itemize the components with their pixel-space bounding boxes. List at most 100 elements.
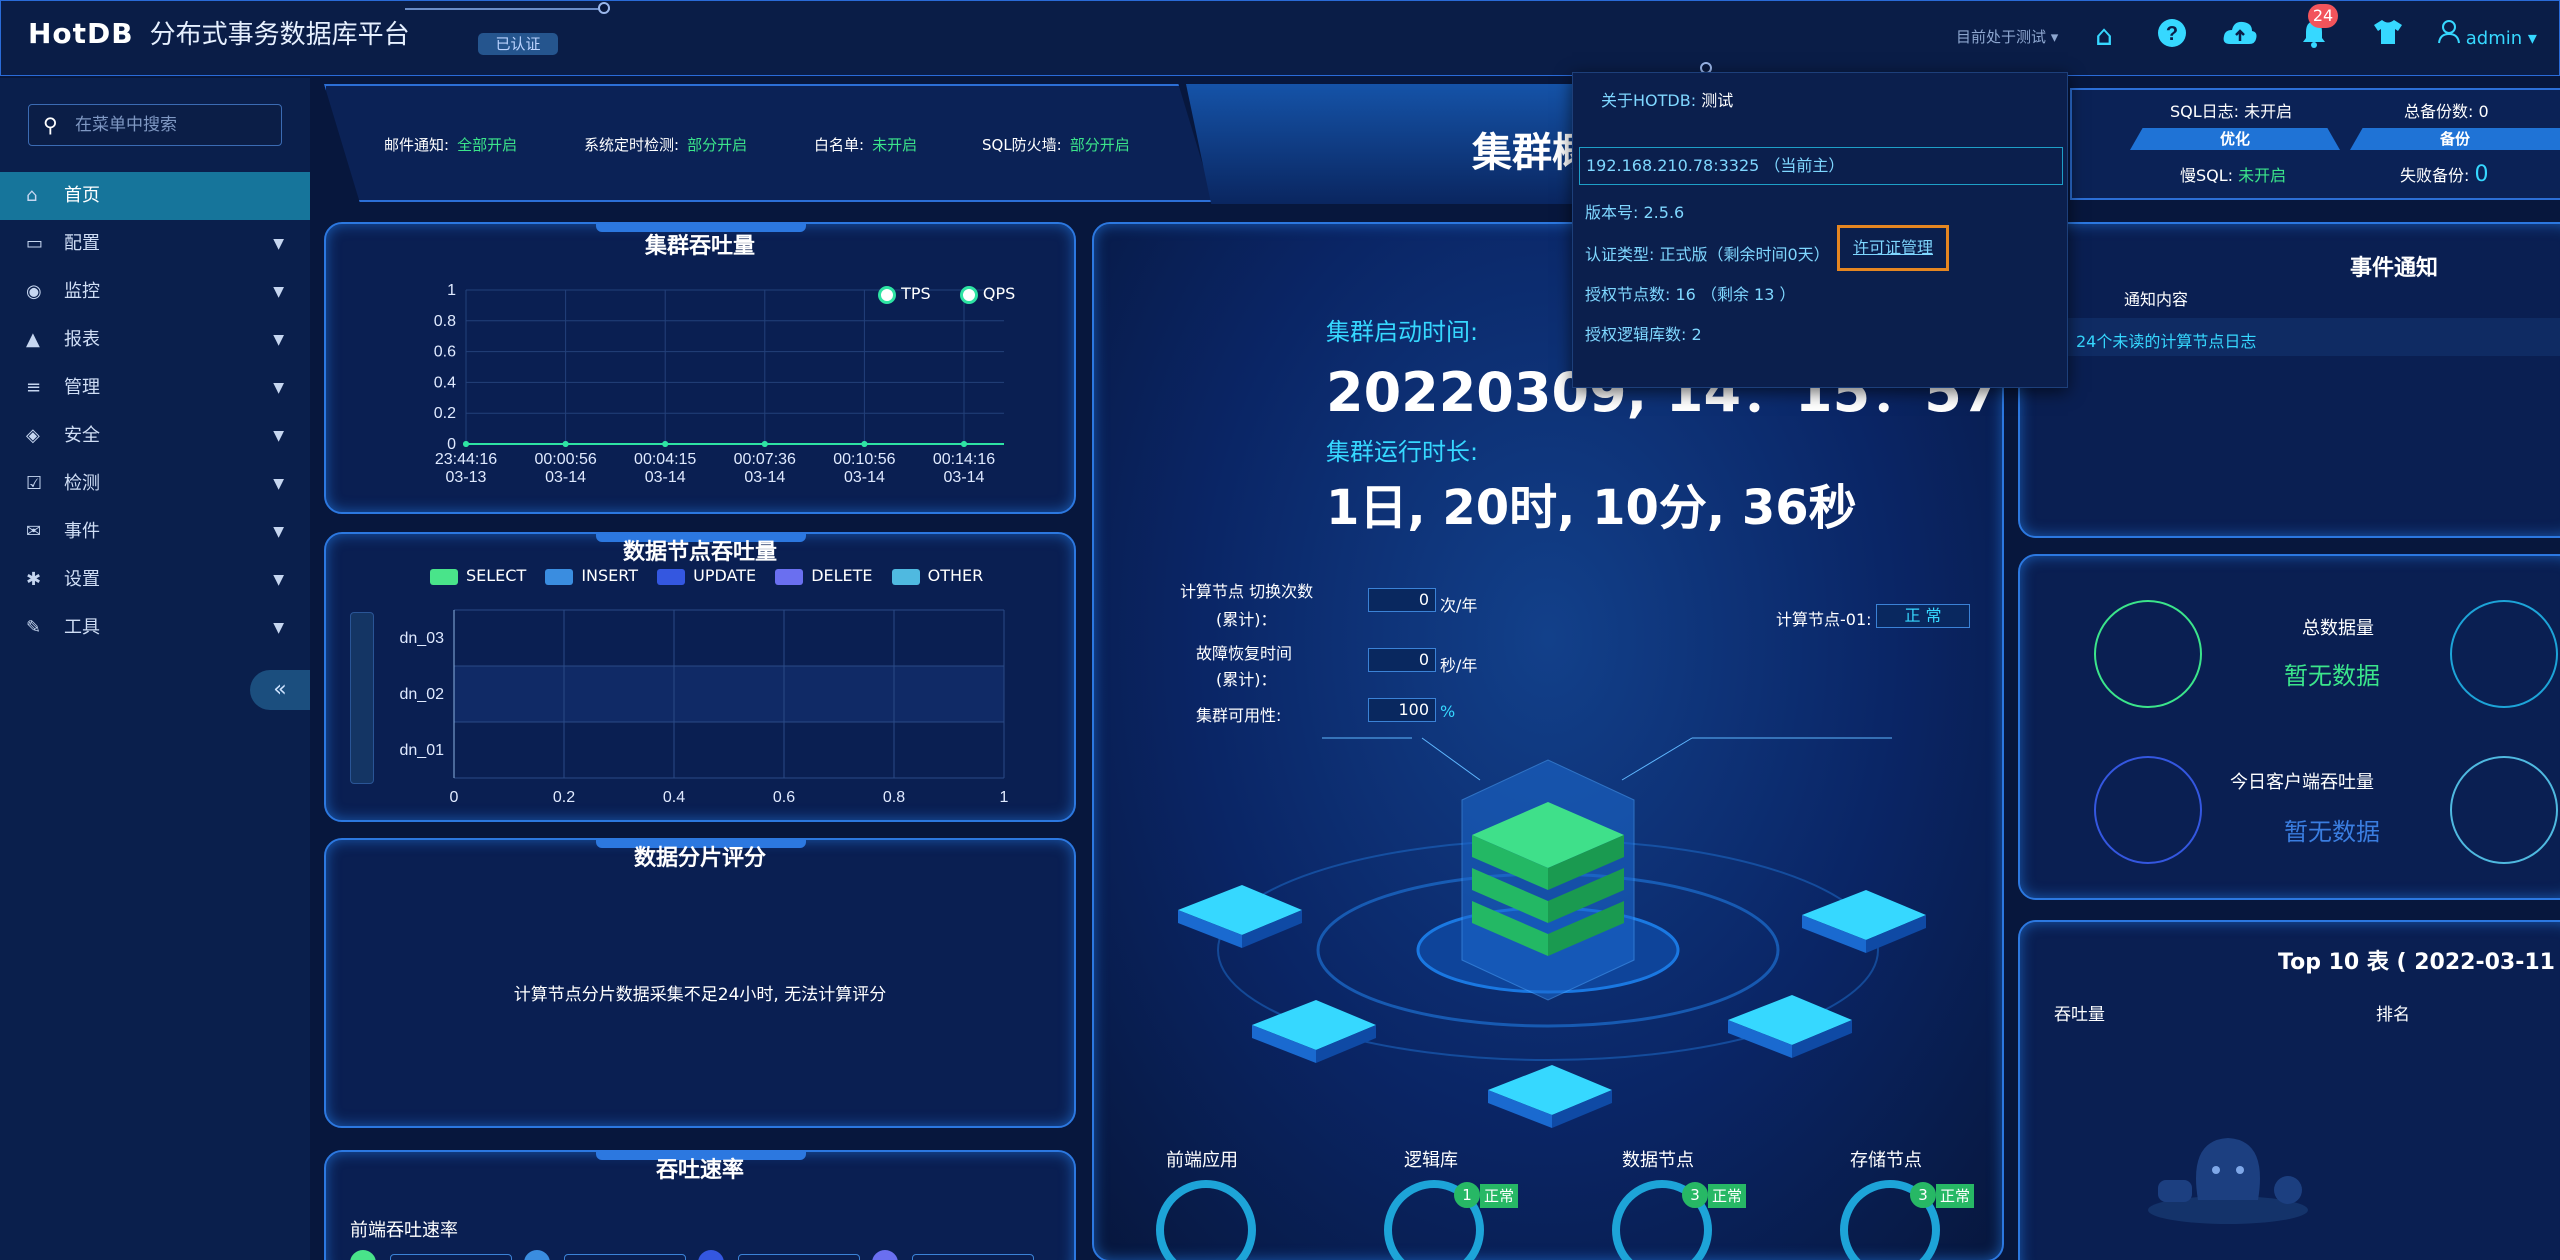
user-menu[interactable]: admin ▾ xyxy=(2438,20,2537,49)
total-data-value: 暂无数据 xyxy=(2284,662,2380,690)
sidebar-item-security[interactable]: ◈ 安全 ▼ xyxy=(0,412,310,460)
x-tick-label: 03-14 xyxy=(944,469,985,486)
tshirt-icon[interactable] xyxy=(2370,18,2406,54)
total-data-ring xyxy=(2094,600,2202,708)
switch-value: 0 xyxy=(1368,588,1436,612)
sidebar-item-report[interactable]: ▲ 报表 ▼ xyxy=(0,316,310,364)
backup-total-value: 0 xyxy=(2478,102,2489,121)
rate-subtitle: 前端吞吐速率 xyxy=(350,1220,458,1241)
caret-down-icon: ▼ xyxy=(273,332,284,348)
node-data-label: 数据节点 xyxy=(1622,1150,1694,1171)
screen-cube-icon xyxy=(1802,890,1926,953)
sidebar-item-label: 管理 xyxy=(64,377,100,398)
app-logo[interactable]: HotDB 分布式事务数据库平台 xyxy=(28,14,410,51)
menu-search-input[interactable]: ⚲ 在菜单中搜索 xyxy=(28,104,282,146)
legend-qps[interactable]: QPS xyxy=(959,284,1015,304)
sidebar-item-config[interactable]: ▭ 配置 ▼ xyxy=(0,220,310,268)
node-storage-label: 存储节点 xyxy=(1850,1150,1922,1171)
setting-timed-check[interactable]: 系统定时检测: 部分开启 xyxy=(584,134,747,155)
sidebar-item-monitor[interactable]: ◉ 监控 ▼ xyxy=(0,268,310,316)
data-point xyxy=(662,441,669,447)
recovery-sub: (累计)： xyxy=(1216,670,1277,689)
caret-down-icon: ▼ xyxy=(273,524,284,540)
legend-label: TPS xyxy=(901,284,931,303)
x-tick-label: 0.8 xyxy=(883,789,905,806)
x-tick-label: 03-14 xyxy=(844,469,885,486)
status-dot xyxy=(598,2,610,14)
optimize-header: 优化 xyxy=(2130,128,2340,150)
mail-icon: ✉ xyxy=(26,521,42,542)
start-time-label: 集群启动时间: xyxy=(1326,318,1479,346)
x-tick-label: 00:14:16 xyxy=(933,451,995,468)
caret-down-icon: ▼ xyxy=(273,428,284,444)
sidebar-item-events[interactable]: ✉ 事件 ▼ xyxy=(0,508,310,556)
uptime-value: 1日, 20时, 10分, 36秒 xyxy=(1326,480,1857,536)
x-tick-label: 0.6 xyxy=(773,789,795,806)
setting-sql-firewall[interactable]: SQL防火墙: 部分开启 xyxy=(982,134,1130,155)
about-line: 关于HOTDB: 测试 xyxy=(1601,87,1733,111)
sidebar-item-label: 配置 xyxy=(64,233,100,254)
chart-icon: ▲ xyxy=(26,329,40,350)
rate-box xyxy=(564,1254,686,1260)
setting-mail[interactable]: 邮件通知: 全部开启 xyxy=(384,134,517,155)
gear-icon: ✱ xyxy=(26,569,42,590)
version-line: 版本号: 2.5.6 xyxy=(1585,199,1684,223)
node-logic-status: 正常 xyxy=(1480,1184,1519,1208)
setting-label: 系统定时检测: xyxy=(584,136,680,154)
rate-box xyxy=(738,1254,860,1260)
sidebar-item-settings[interactable]: ✱ 设置 ▼ xyxy=(0,556,310,604)
x-tick-label: 00:07:36 xyxy=(734,451,796,468)
setting-whitelist[interactable]: 白名单: 未开启 xyxy=(814,134,917,155)
x-tick-label: 00:00:56 xyxy=(534,451,596,468)
cert-line: 认证类型: 正式版（剩余时间0天） xyxy=(1585,241,1830,265)
caret-down-icon: ▼ xyxy=(273,620,284,636)
database-icon: ≡ xyxy=(26,377,42,398)
recovery-value: 0 xyxy=(1368,648,1436,672)
libs-label: 授权逻辑库数: xyxy=(1585,325,1687,344)
y-tick-label: 0.8 xyxy=(434,313,456,330)
home-icon[interactable]: ⌂ xyxy=(2086,18,2122,54)
version-value: 2.5.6 xyxy=(1643,203,1685,222)
backup-failed-value: 0 xyxy=(2474,162,2489,187)
about-popup: 关于HOTDB: 测试 192.168.210.78:3325 （当前主） 版本… xyxy=(1572,72,2068,388)
setting-label: 邮件通知: xyxy=(384,136,450,154)
backup-failed: 失败备份: 0 xyxy=(2400,162,2489,187)
events-column: 通知内容 xyxy=(2124,290,2189,309)
data-point xyxy=(761,441,768,447)
cert-label: 认证类型: xyxy=(1585,245,1655,264)
sidebar-item-label: 首页 xyxy=(64,185,100,206)
y-tick-label: 0.2 xyxy=(434,405,456,422)
setting-value: 未开启 xyxy=(872,136,918,154)
setting-label: SQL防火墙: xyxy=(982,136,1062,154)
shield-icon: ◈ xyxy=(26,425,40,446)
sidebar-item-tools[interactable]: ✎ 工具 ▼ xyxy=(0,604,310,652)
sidebar-item-home[interactable]: ⌂ 首页 xyxy=(0,172,310,220)
legend-tps[interactable]: TPS xyxy=(878,284,931,304)
wrench-icon: ✎ xyxy=(26,617,42,638)
sidebar-item-check[interactable]: ☑ 检测 ▼ xyxy=(0,460,310,508)
x-tick-label: 0.2 xyxy=(553,789,575,806)
sidebar-item-manage[interactable]: ≡ 管理 ▼ xyxy=(0,364,310,412)
node-storage-count: 3 xyxy=(1910,1182,1936,1208)
host-row[interactable]: 192.168.210.78:3325 （当前主） xyxy=(1579,147,2063,185)
events-item[interactable]: 24个未读的计算节点日志 xyxy=(2076,328,2256,352)
x-tick-label: 03-13 xyxy=(446,469,487,486)
availability-value: 100 xyxy=(1368,698,1436,722)
caret-down-icon: ▼ xyxy=(273,380,284,396)
client-ring xyxy=(2094,756,2202,864)
y-tick-label: dn_02 xyxy=(400,686,445,703)
help-icon[interactable]: ? xyxy=(2154,18,2190,54)
sidebar-collapse-button[interactable]: « xyxy=(250,670,310,710)
cluster-illustration xyxy=(1178,737,1926,1128)
about-value: 测试 xyxy=(1701,91,1734,110)
backup-total: 总备份数: 0 xyxy=(2404,98,2489,122)
x-tick-label: 00:10:56 xyxy=(833,451,895,468)
x-tick-label: 00:04:15 xyxy=(634,451,696,468)
sidebar-item-label: 报表 xyxy=(64,329,100,350)
env-selector[interactable]: 目前处于测试 ▾ xyxy=(1956,26,2058,47)
cloud-upload-icon[interactable] xyxy=(2222,18,2258,54)
y-tick-label: 0.6 xyxy=(434,344,456,361)
top10-title: Top 10 表 ( 2022-03-11 ) xyxy=(2278,950,2560,975)
license-management-link[interactable]: 许可证管理 xyxy=(1837,225,1949,271)
empty-state-icon xyxy=(2148,1138,2308,1224)
